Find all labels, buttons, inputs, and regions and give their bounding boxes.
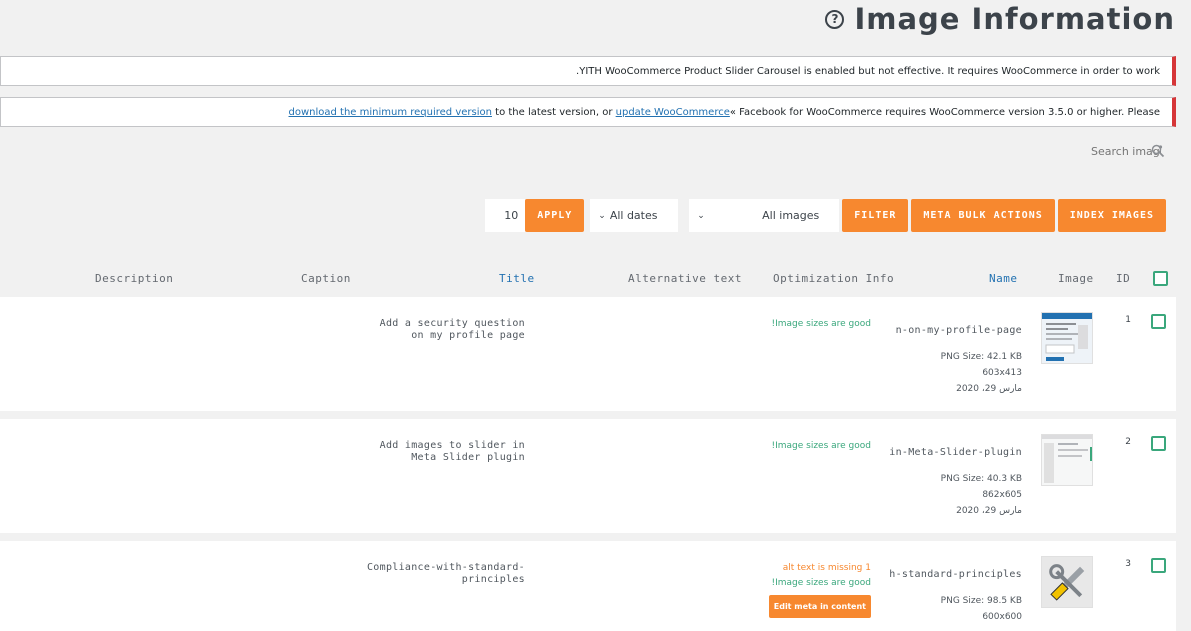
file-dimensions: 862x605 (982, 490, 1022, 500)
dates-select-value: All dates (609, 209, 658, 222)
chevron-down-icon: ⌄ (598, 210, 606, 221)
notice-facebook-prefix: « Facebook for WooCommerce requires WooC… (729, 106, 1160, 118)
row-id: 2 (1125, 437, 1131, 447)
image-thumbnail[interactable] (1041, 312, 1093, 364)
optimization-ok: Image sizes are good! (771, 441, 871, 451)
row-title: Add a security question on my profile pa… (379, 318, 525, 341)
filter-button[interactable]: FILTER (842, 199, 909, 232)
row-optimization: Image sizes are good! (771, 439, 871, 454)
row-title: Compliance-with-standard-principles (366, 562, 525, 585)
col-caption[interactable]: Caption (301, 272, 351, 285)
notice-facebook: download the minimum required version to… (0, 97, 1176, 127)
col-name[interactable]: Name (989, 272, 1018, 285)
col-optimization: Optimization Info (773, 272, 895, 285)
download-min-version-link[interactable]: download the minimum required version (289, 107, 492, 118)
images-select[interactable]: ⌄ All images (689, 199, 840, 232)
file-size: PNG Size: 98.5 KB (940, 596, 1022, 606)
dates-select[interactable]: ⌄ All dates (590, 199, 679, 232)
row-name: n-on-my-profile-page PNG Size: 42.1 KB 6… (896, 323, 1022, 397)
optimization-ok: Image sizes are good! (771, 578, 871, 588)
toolbar: 10 APPLY ⌄ All dates ⌄ All images FILTER… (485, 199, 1166, 232)
images-select-value: All images (762, 209, 820, 222)
meta-bulk-actions-button[interactable]: META BULK ACTIONS (911, 199, 1055, 232)
table-row: Compliance-with-standard-principles 1 al… (0, 541, 1176, 631)
notice-facebook-text: download the minimum required version to… (289, 107, 1161, 118)
optimization-ok: Image sizes are good! (771, 319, 871, 329)
notice-yith-text: YITH WooCommerce Product Slider Carousel… (576, 65, 1160, 77)
table-row: Add a security question on my profile pa… (0, 297, 1176, 411)
col-alt-text[interactable]: Alternative text (628, 272, 742, 285)
optimization-warning: 1 alt text is missing (782, 563, 871, 573)
file-date: مارس 29، 2020 (956, 506, 1022, 516)
col-title[interactable]: Title (499, 272, 535, 285)
help-circle-icon[interactable]: ? (825, 9, 845, 29)
image-thumbnail[interactable] (1041, 556, 1093, 608)
row-checkbox[interactable] (1151, 558, 1166, 573)
image-thumbnail[interactable] (1041, 434, 1093, 486)
row-checkbox[interactable] (1151, 314, 1166, 329)
file-size: PNG Size: 42.1 KB (940, 352, 1022, 362)
notice-yith: YITH WooCommerce Product Slider Carousel… (0, 56, 1176, 86)
file-dimensions: 603x413 (982, 368, 1022, 378)
row-name: h-standard-principles PNG Size: 98.5 KB … (889, 567, 1022, 625)
row-title: Add images to slider in Meta Slider plug… (379, 440, 525, 463)
edit-meta-button[interactable]: Edit meta in content (768, 595, 871, 618)
notice-facebook-middle: to the latest version, or (491, 106, 616, 118)
row-checkbox[interactable] (1151, 436, 1166, 451)
search-box (1091, 144, 1165, 158)
file-dimensions: 600x600 (982, 612, 1022, 622)
file-name[interactable]: n-on-my-profile-page (896, 323, 1022, 339)
page-header: ? Image Information (825, 2, 1175, 36)
row-optimization: Image sizes are good! (771, 317, 871, 332)
file-date: مارس 29، 2020 (956, 384, 1022, 394)
row-name: in-Meta-Slider-plugin PNG Size: 40.3 KB … (889, 445, 1022, 519)
apply-button[interactable]: APPLY (525, 199, 585, 232)
file-name[interactable]: in-Meta-Slider-plugin (889, 445, 1022, 461)
col-image: Image (1058, 272, 1094, 285)
update-woocommerce-link[interactable]: update WooCommerce (616, 107, 730, 118)
search-icon[interactable] (1151, 144, 1165, 158)
table-row: Add images to slider in Meta Slider plug… (0, 419, 1176, 533)
select-all-checkbox[interactable] (1153, 271, 1168, 286)
index-images-button[interactable]: INDEX IMAGES (1057, 199, 1166, 232)
row-id: 1 (1125, 315, 1131, 325)
page-title: Image Information (854, 2, 1175, 36)
row-optimization: 1 alt text is missing Image sizes are go… (768, 561, 871, 618)
file-size: PNG Size: 40.3 KB (940, 474, 1022, 484)
per-page-input[interactable]: 10 (485, 199, 526, 232)
file-name[interactable]: h-standard-principles (889, 567, 1022, 583)
row-id: 3 (1125, 559, 1131, 569)
col-id[interactable]: ID (1116, 272, 1130, 285)
chevron-down-icon: ⌄ (697, 210, 705, 221)
col-description[interactable]: Description (95, 272, 173, 285)
